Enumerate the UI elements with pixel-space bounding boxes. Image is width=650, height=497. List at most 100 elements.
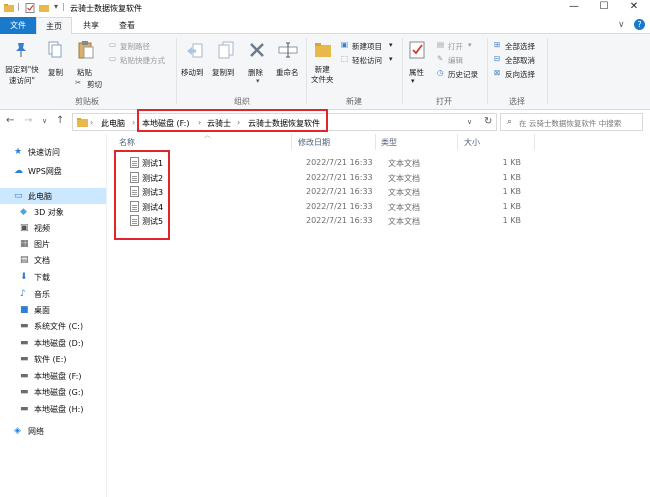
paste-button[interactable]: 粘贴 bbox=[77, 67, 92, 78]
copy-button[interactable]: 复制 bbox=[48, 67, 63, 78]
sidebar-item[interactable]: ▬ 本地磁盘 (G:) bbox=[0, 384, 106, 400]
network-icon: ◈ bbox=[14, 426, 21, 436]
search-input[interactable]: ⌕ 在 云骑士数据恢复软件 中搜索 bbox=[500, 113, 643, 131]
sidebar-item-label: WPS网盘 bbox=[28, 167, 62, 176]
drive-icon: ▬ bbox=[20, 321, 29, 331]
open-dropdown-icon[interactable]: ▾ bbox=[468, 41, 472, 49]
refresh-icon[interactable]: ↻ bbox=[484, 116, 492, 127]
document-icon: ▤ bbox=[20, 255, 29, 265]
rename-button[interactable]: 重命名 bbox=[276, 67, 299, 78]
breadcrumb-separator: › bbox=[90, 118, 94, 127]
open-button[interactable]: 打开 bbox=[448, 41, 463, 52]
column-header-date[interactable]: 修改日期 bbox=[298, 137, 330, 148]
breadcrumb-separator: › bbox=[132, 118, 136, 127]
up-arrow-icon[interactable]: ↑ bbox=[56, 115, 64, 126]
group-label-new: 新建 bbox=[346, 97, 362, 106]
file-date: 2022/7/21 16:33 bbox=[306, 187, 373, 196]
minimize-button[interactable]: — bbox=[560, 0, 588, 14]
move-to-icon bbox=[187, 43, 203, 58]
sidebar-item[interactable]: ■ 桌面 bbox=[0, 302, 106, 318]
sidebar-item[interactable]: ▬ 本地磁盘 (H:) bbox=[0, 401, 106, 417]
picture-icon: ▦ bbox=[20, 239, 29, 249]
sidebar-item[interactable]: ♪ 音乐 bbox=[0, 286, 106, 302]
sidebar-item[interactable]: ⬇ 下载 bbox=[0, 269, 106, 285]
drive-icon: ▬ bbox=[20, 371, 29, 381]
new-folder-quick-icon[interactable] bbox=[39, 3, 49, 13]
sidebar-item[interactable]: ▬ 系统文件 (C:) bbox=[0, 318, 106, 334]
properties-dropdown-icon[interactable]: ▾ bbox=[411, 77, 415, 85]
cut-button[interactable]: 剪切 bbox=[87, 79, 102, 90]
file-row[interactable]: 测试4 2022/7/21 16:33 文本文档 1 KB bbox=[118, 200, 650, 214]
tab-file[interactable]: 文件 bbox=[0, 17, 36, 34]
invert-selection-button[interactable]: 反向选择 bbox=[505, 69, 535, 80]
sidebar-item[interactable]: ★ 快速访问 bbox=[0, 144, 106, 160]
easy-access-button[interactable]: 轻松访问 bbox=[352, 55, 382, 66]
tab-share[interactable]: 共享 bbox=[73, 17, 109, 34]
sidebar-item-label: 此电脑 bbox=[28, 192, 52, 201]
music-icon: ♪ bbox=[20, 289, 26, 299]
cut-icon: ✂ bbox=[75, 78, 82, 87]
new-item-dropdown-icon[interactable]: ▾ bbox=[389, 41, 393, 49]
sidebar-item[interactable]: ▤ 文档 bbox=[0, 252, 106, 268]
sidebar-item-label: 本地磁盘 (G:) bbox=[34, 388, 84, 397]
move-to-button[interactable]: 移动到 bbox=[181, 67, 204, 78]
column-divider bbox=[375, 134, 376, 150]
tab-home[interactable]: 主页 bbox=[36, 17, 72, 35]
sidebar-item[interactable]: ▬ 本地磁盘 (D:) bbox=[0, 335, 106, 351]
tab-view[interactable]: 查看 bbox=[109, 17, 145, 34]
pin-to-quick-access-button[interactable]: 固定到"快速访问" bbox=[2, 64, 42, 86]
breadcrumb-this-pc[interactable]: 此电脑 bbox=[101, 118, 125, 129]
video-icon: ▣ bbox=[20, 223, 29, 233]
edit-button[interactable]: 编辑 bbox=[448, 55, 463, 66]
group-divider bbox=[176, 38, 177, 104]
group-divider bbox=[487, 38, 488, 104]
desktop-icon: ■ bbox=[20, 305, 29, 315]
help-button[interactable]: ? bbox=[634, 19, 645, 30]
new-item-button[interactable]: 新建项目 bbox=[352, 41, 382, 52]
column-header-size[interactable]: 大小 bbox=[464, 137, 480, 148]
close-button[interactable]: ✕ bbox=[620, 0, 648, 14]
forward-arrow-icon[interactable]: → bbox=[24, 115, 32, 126]
properties-check-icon[interactable] bbox=[25, 3, 35, 13]
file-row[interactable]: 测试1 2022/7/21 16:33 文本文档 1 KB bbox=[118, 156, 650, 170]
select-none-icon: ⊟ bbox=[494, 54, 501, 63]
file-row[interactable]: 测试2 2022/7/21 16:33 文本文档 1 KB bbox=[118, 171, 650, 185]
edit-icon: ✎ bbox=[437, 54, 444, 63]
new-item-icon: ▣ bbox=[341, 40, 349, 49]
sidebar-item[interactable]: ▬ 本地磁盘 (F:) bbox=[0, 368, 106, 384]
copy-path-button[interactable]: 复制路径 bbox=[120, 41, 150, 52]
sidebar-item[interactable]: ◆ 3D 对象 bbox=[0, 204, 106, 220]
delete-dropdown-icon[interactable]: ▾ bbox=[256, 77, 260, 85]
sidebar-item[interactable]: ☁ WPS网盘 bbox=[0, 163, 106, 179]
file-type: 文本文档 bbox=[388, 159, 420, 168]
group-label-clipboard: 剪贴板 bbox=[75, 97, 99, 106]
sidebar-item[interactable]: ▣ 视频 bbox=[0, 220, 106, 236]
navigation-pane: ★ 快速访问 ☁ WPS网盘 ▭ 此电脑 ◆ 3D 对象 ▣ 视频 ▦ 图片 ▤ 文档 ⬇ 下载 ♪ 音乐 ■ 桌面 ▬… bbox=[0, 134, 107, 497]
maximize-button[interactable]: ☐ bbox=[590, 0, 618, 14]
file-row[interactable]: 测试5 2022/7/21 16:33 文本文档 1 KB bbox=[118, 214, 650, 228]
column-header-name[interactable]: 名称 bbox=[119, 137, 135, 148]
file-row[interactable]: 测试3 2022/7/21 16:33 文本文档 1 KB bbox=[118, 185, 650, 199]
drive-icon: ▬ bbox=[20, 338, 29, 348]
history-button[interactable]: 历史记录 bbox=[448, 69, 478, 80]
drive-icon: ▬ bbox=[20, 387, 29, 397]
select-none-button[interactable]: 全部取消 bbox=[505, 55, 535, 66]
sidebar-item[interactable]: ▦ 图片 bbox=[0, 236, 106, 252]
cube-icon: ◆ bbox=[20, 207, 27, 217]
copy-to-button[interactable]: 复制到 bbox=[212, 67, 235, 78]
easy-access-dropdown-icon[interactable]: ▾ bbox=[389, 55, 393, 63]
recent-locations-chevron-icon[interactable]: ∨ bbox=[42, 117, 47, 125]
collapse-ribbon-icon[interactable]: ∨ bbox=[618, 20, 625, 30]
sort-up-chevron-icon: ︿ bbox=[204, 131, 211, 139]
paste-shortcut-button[interactable]: 粘贴快捷方式 bbox=[120, 55, 165, 66]
sidebar-item-label: 文档 bbox=[34, 256, 50, 265]
cloud-icon: ☁ bbox=[14, 166, 23, 176]
address-dropdown-icon[interactable]: ∨ bbox=[467, 118, 472, 126]
back-arrow-icon[interactable]: ← bbox=[6, 115, 14, 126]
column-header-type[interactable]: 类型 bbox=[381, 137, 397, 148]
select-all-button[interactable]: 全部选择 bbox=[505, 41, 535, 52]
new-folder-button[interactable]: 新建 文件夹 bbox=[311, 65, 334, 85]
sidebar-item[interactable]: ▬ 软件 (E:) bbox=[0, 351, 106, 367]
sidebar-item[interactable]: ◈ 网络 bbox=[0, 423, 106, 439]
sidebar-item[interactable]: ▭ 此电脑 bbox=[0, 188, 106, 204]
